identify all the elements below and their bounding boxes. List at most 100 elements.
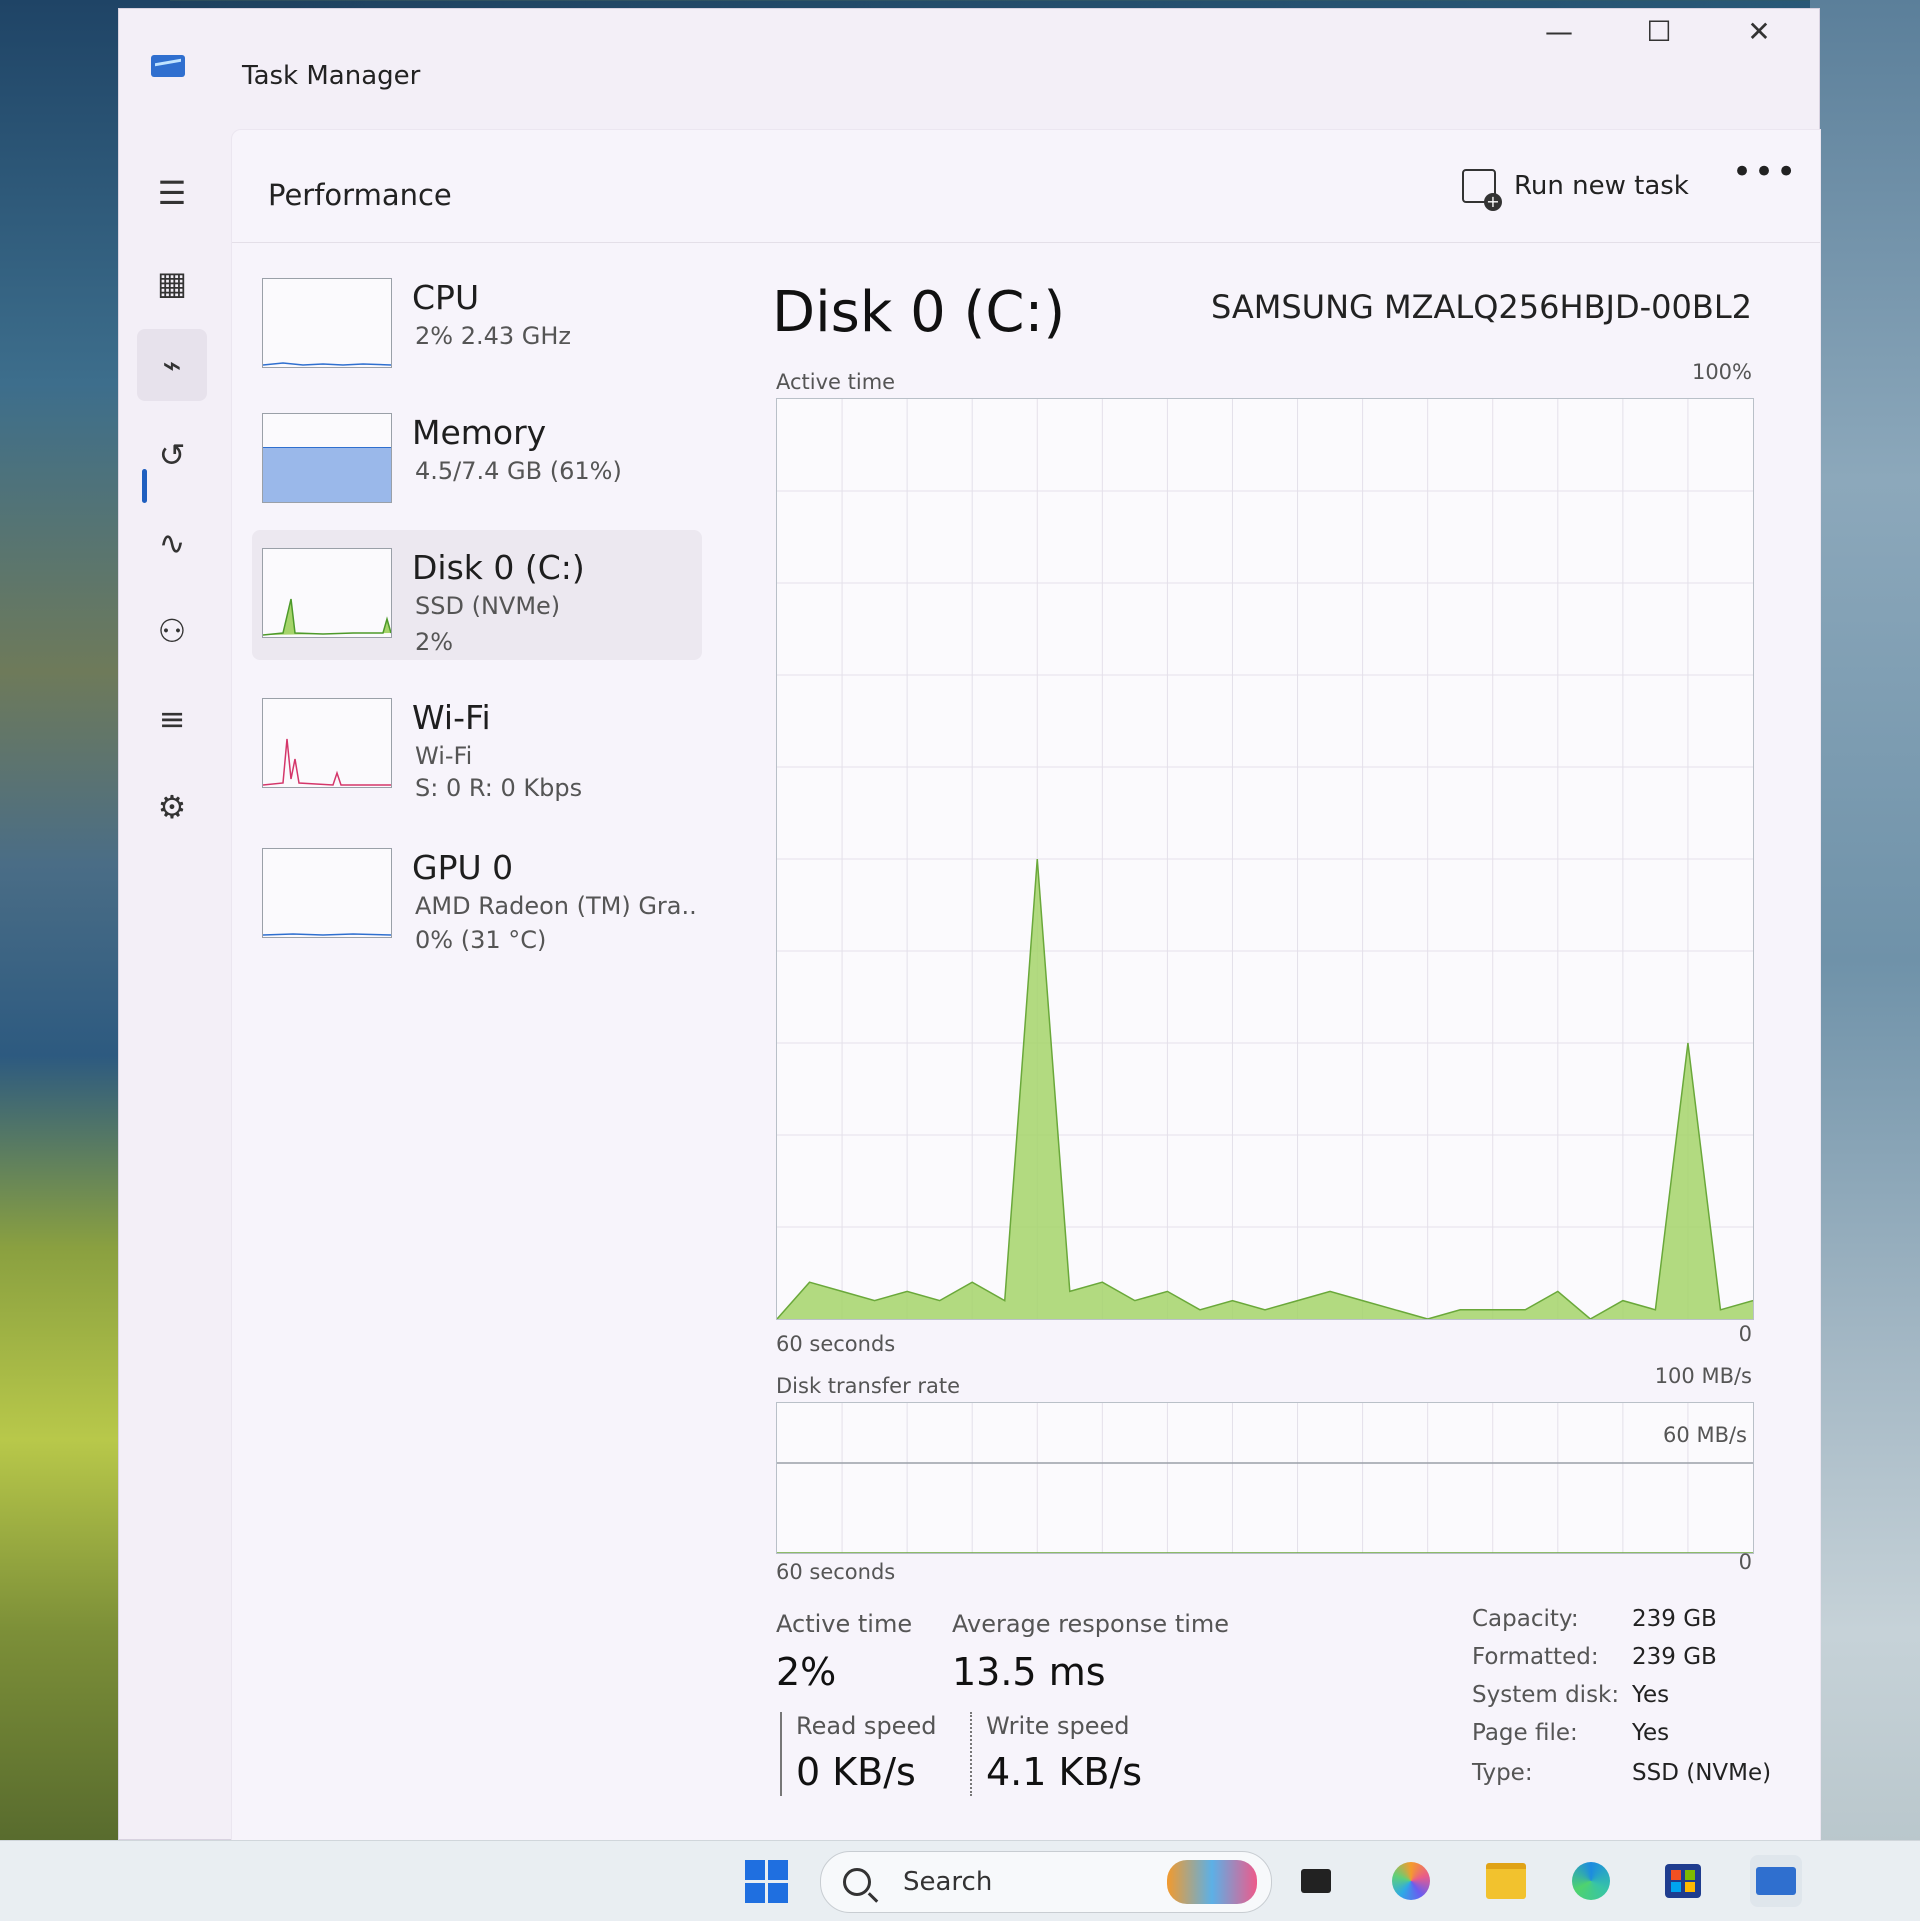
hamburger-icon[interactable]: ☰: [137, 157, 207, 229]
prop-capacity-value: 239 GB: [1632, 1606, 1717, 1632]
search-icon: [843, 1868, 871, 1896]
title-bar[interactable]: Task Manager — ☐ ✕: [119, 9, 1819, 129]
device-name: GPU 0: [412, 848, 513, 887]
prop-capacity-label: Capacity:: [1472, 1606, 1579, 1632]
device-detail-throughput: S: 0 R: 0 Kbps: [415, 774, 582, 802]
widgets-icon[interactable]: [1167, 1860, 1257, 1904]
run-new-task-button[interactable]: Run new task: [1462, 162, 1689, 210]
active-time-svg: [777, 399, 1753, 1319]
series-area: [777, 859, 1753, 1319]
transfer-rate-max: 100 MB/s: [1655, 1364, 1752, 1388]
prop-page-file-label: Page file:: [1472, 1720, 1578, 1746]
start-icon[interactable]: [740, 1855, 792, 1907]
transfer-rate-mid: 60 MB/s: [1663, 1423, 1747, 1447]
file-explorer-icon[interactable]: [1480, 1855, 1532, 1907]
cpu-sparkline: [263, 279, 391, 367]
gpu-sparkline: [263, 849, 391, 937]
write-speed-divider: [970, 1712, 974, 1796]
run-task-icon: [1462, 169, 1496, 203]
device-detail-usage: 2%: [415, 628, 453, 656]
prop-system-disk-value: Yes: [1632, 1682, 1669, 1708]
device-detail: 2% 2.43 GHz: [415, 322, 571, 350]
transfer-rate-span: 60 seconds: [776, 1560, 895, 1584]
header-divider: [232, 242, 1820, 243]
startup-apps-icon[interactable]: ∿: [137, 507, 207, 579]
search-placeholder: Search: [903, 1867, 992, 1897]
stat-write-speed-value: 4.1 KB/s: [986, 1750, 1142, 1794]
device-item-disk[interactable]: Disk 0 (C:) SSD (NVMe) 2%: [252, 530, 702, 660]
stat-avg-response-value: 13.5 ms: [952, 1650, 1106, 1694]
stat-write-speed-label: Write speed: [986, 1712, 1130, 1740]
users-icon[interactable]: ⚇: [137, 595, 207, 667]
active-time-max: 100%: [1692, 360, 1752, 384]
device-detail: SSD (NVMe): [415, 592, 560, 620]
edge-icon[interactable]: [1565, 1855, 1617, 1907]
prop-system-disk-label: System disk:: [1472, 1682, 1619, 1708]
active-time-span: 60 seconds: [776, 1332, 895, 1356]
task-manager-window: Task Manager — ☐ ✕ ☰ ▦ ⌁ ↺ ∿ ⚇ ≡ ⚙ ⚙ Per…: [118, 8, 1820, 1840]
stat-read-speed-label: Read speed: [796, 1712, 936, 1740]
store-icon[interactable]: [1657, 1855, 1709, 1907]
wifi-thumbnail: [262, 698, 392, 788]
page-title: Performance: [268, 178, 452, 212]
stat-avg-response-label: Average response time: [952, 1610, 1229, 1638]
task-manager-app-icon: [151, 55, 185, 77]
taskbar: Search: [0, 1840, 1920, 1921]
stat-active-time-value: 2%: [776, 1650, 836, 1694]
processes-icon[interactable]: ▦: [137, 247, 207, 319]
stat-read-speed-value: 0 KB/s: [796, 1750, 916, 1794]
cpu-thumbnail: [262, 278, 392, 368]
device-item-gpu[interactable]: GPU 0 AMD Radeon (TM) Gra.. 0% (31 °C): [252, 830, 702, 960]
disk-model: SAMSUNG MZALQ256HBJD-00BL2: [1211, 288, 1752, 326]
active-time-label: Active time: [776, 370, 895, 394]
gpu-thumbnail: [262, 848, 392, 938]
maximize-button[interactable]: ☐: [1619, 9, 1699, 53]
wifi-sparkline: [263, 699, 391, 787]
device-name: CPU: [412, 278, 479, 317]
device-name: Memory: [412, 413, 546, 452]
prop-formatted-value: 239 GB: [1632, 1644, 1717, 1670]
services-icon[interactable]: ⚙: [137, 771, 207, 843]
disk-thumbnail: [262, 548, 392, 638]
performance-icon[interactable]: ⌁: [137, 329, 207, 401]
stat-active-time-label: Active time: [776, 1610, 912, 1638]
read-speed-divider: [780, 1712, 782, 1796]
device-detail: 4.5/7.4 GB (61%): [415, 457, 622, 485]
close-button[interactable]: ✕: [1719, 9, 1799, 53]
task-view-icon[interactable]: [1290, 1855, 1342, 1907]
device-item-cpu[interactable]: CPU 2% 2.43 GHz: [252, 260, 702, 390]
copilot-icon[interactable]: [1385, 1855, 1437, 1907]
run-new-task-label: Run new task: [1514, 171, 1689, 201]
device-detail-temp: 0% (31 °C): [415, 926, 546, 954]
transfer-rate-min: 0: [1739, 1550, 1752, 1574]
performance-page: Performance Run new task ••• CPU 2% 2.43…: [231, 129, 1821, 1841]
app-history-icon[interactable]: ↺: [137, 419, 207, 491]
transfer-rate-svg: [777, 1403, 1753, 1553]
memory-thumbnail: [262, 413, 392, 503]
taskbar-search-box[interactable]: Search: [820, 1851, 1272, 1913]
active-time-chart: [776, 398, 1754, 1320]
transfer-rate-label: Disk transfer rate: [776, 1374, 960, 1398]
device-item-memory[interactable]: Memory 4.5/7.4 GB (61%): [252, 395, 702, 525]
task-manager-icon[interactable]: [1750, 1855, 1802, 1907]
device-detail: AMD Radeon (TM) Gra..: [415, 892, 697, 920]
details-icon[interactable]: ≡: [137, 683, 207, 755]
navigation-rail: ☰ ▦ ⌁ ↺ ∿ ⚇ ≡ ⚙: [119, 129, 229, 1839]
more-options-button[interactable]: •••: [1732, 152, 1798, 192]
disk-sparkline: [263, 549, 391, 637]
device-name: Wi-Fi: [412, 698, 491, 737]
transfer-rate-chart: 60 MB/s: [776, 1402, 1754, 1554]
desktop-wallpaper-right: [1810, 0, 1920, 1920]
disk-detail-panel: Disk 0 (C:) SAMSUNG MZALQ256HBJD-00BL2 A…: [752, 260, 1792, 1820]
active-time-min: 0: [1739, 1322, 1752, 1346]
prop-type-label: Type:: [1472, 1760, 1533, 1786]
detail-title: Disk 0 (C:): [772, 280, 1065, 345]
device-detail: Wi-Fi: [415, 742, 472, 770]
memory-usage-fill: [263, 447, 391, 502]
prop-formatted-label: Formatted:: [1472, 1644, 1599, 1670]
prop-page-file-value: Yes: [1632, 1720, 1669, 1746]
minimize-button[interactable]: —: [1519, 9, 1599, 53]
device-item-wifi[interactable]: Wi-Fi Wi-Fi S: 0 R: 0 Kbps: [252, 680, 702, 810]
window-title: Task Manager: [242, 61, 420, 91]
prop-type-value: SSD (NVMe): [1632, 1760, 1771, 1786]
